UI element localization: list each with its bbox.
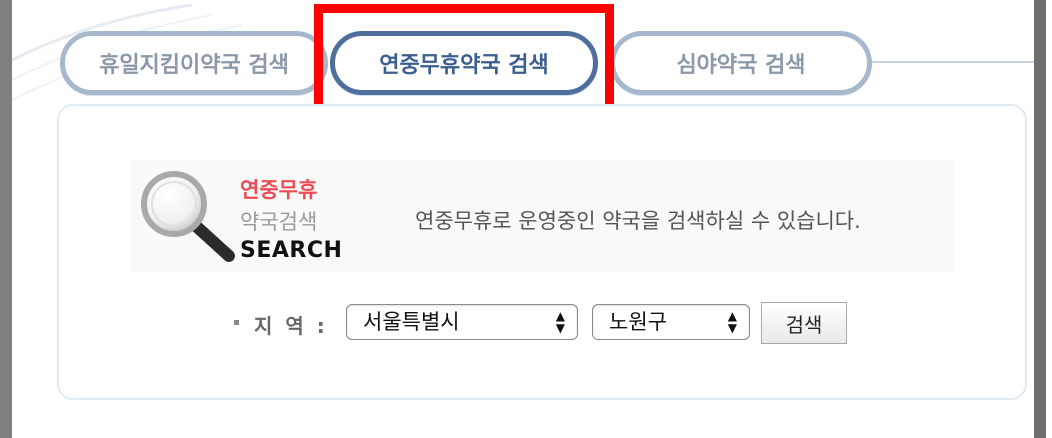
window-frame-left <box>0 0 12 438</box>
tab-night-label: 심야약국 검색 <box>676 53 806 78</box>
area-label: 지 역 : <box>254 314 328 338</box>
district-select[interactable]: 노원구 ▲ ▼ <box>592 304 750 340</box>
city-select-value: 서울특별시 <box>363 310 460 334</box>
search-button-label: 검색 <box>785 312 823 337</box>
city-select[interactable]: 서울특별시 ▲ ▼ <box>346 304 578 340</box>
district-select-value: 노원구 <box>609 310 667 334</box>
tab-baseline <box>860 61 1034 63</box>
search-button[interactable]: 검색 <box>761 302 847 344</box>
tab-holiday-label: 휴일지킴이약국 검색 <box>99 53 289 78</box>
window-frame-right-edge <box>1046 0 1052 438</box>
banner-title-gray: 약국검색 <box>240 210 318 234</box>
up-down-arrows-icon: ▲ ▼ <box>555 309 565 335</box>
bullet-icon <box>234 320 239 325</box>
window-frame-right <box>1034 0 1046 438</box>
banner-title-red: 연중무휴 <box>240 178 318 202</box>
banner-title-search: SEARCH <box>240 238 343 263</box>
magnifier-icon <box>141 171 235 262</box>
tab-holiday-pharmacy-search[interactable]: 휴일지킴이약국 검색 <box>60 31 328 95</box>
up-down-arrows-icon: ▲ ▼ <box>727 309 737 335</box>
banner-description: 연중무휴로 운영중인 약국을 검색하실 수 있습니다. <box>415 209 861 233</box>
tab-night-pharmacy-search[interactable]: 심야약국 검색 <box>610 31 872 95</box>
